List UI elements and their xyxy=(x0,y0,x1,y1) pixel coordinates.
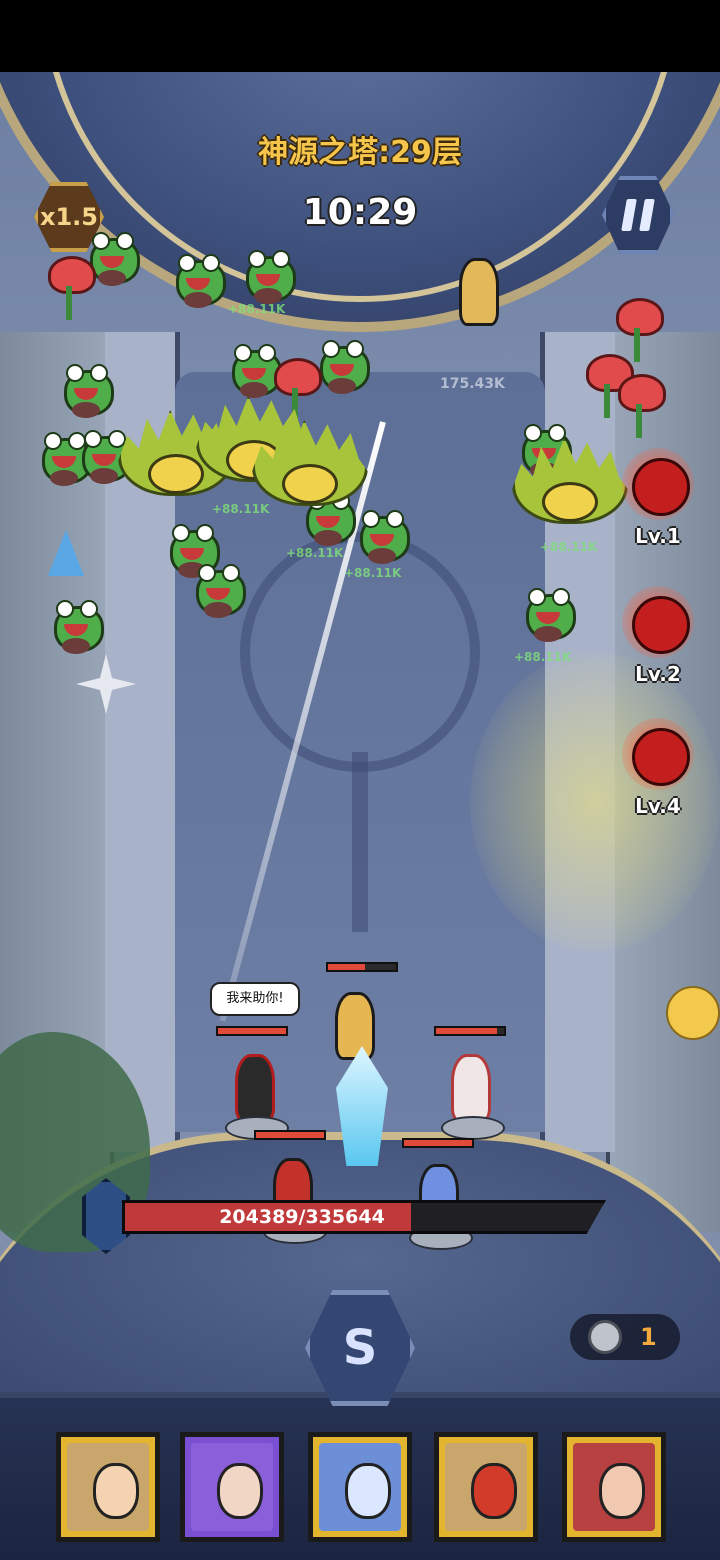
frog-enemy xyxy=(240,246,296,304)
emoji-face-icon xyxy=(666,986,720,1040)
priestess-hero[interactable] xyxy=(436,1046,506,1140)
hero-portrait xyxy=(573,1443,655,1531)
hero-portrait xyxy=(67,1443,149,1531)
hero-card-golden-goddess[interactable] xyxy=(56,1432,160,1542)
floor-title: 神源之塔:29层 xyxy=(258,135,462,170)
wave-indicator: Lv.1 xyxy=(622,448,694,558)
durian-enemy xyxy=(512,438,628,528)
damage-number: +88.11K xyxy=(228,302,286,316)
wave-level-label: Lv.2 xyxy=(635,662,681,686)
demon-wave-icon xyxy=(632,728,690,786)
swirl-skill-icon: S xyxy=(342,1320,378,1376)
wave-indicator: Lv.4 xyxy=(622,718,694,828)
wave-indicator: Lv.2 xyxy=(622,586,694,696)
hero-portrait xyxy=(191,1443,273,1531)
hero-hp-bar xyxy=(254,1130,326,1140)
hero-card-white-haired-priestess[interactable] xyxy=(180,1432,284,1542)
hero-face-icon xyxy=(345,1463,391,1519)
hero-card-masked-ninja[interactable] xyxy=(562,1432,666,1542)
damage-number: +88.11K xyxy=(344,566,402,580)
winged-goddess-figure xyxy=(444,250,514,340)
wave-level-label: Lv.4 xyxy=(635,794,681,818)
currency-counter: 1 xyxy=(570,1314,680,1360)
damage-number: +88.11K xyxy=(514,650,572,664)
demon-wave-icon xyxy=(632,458,690,516)
hero-face-icon xyxy=(471,1463,517,1519)
damage-number: +88.11K xyxy=(286,546,344,560)
silver-coin-icon xyxy=(588,1320,622,1354)
status-bar xyxy=(0,0,720,72)
currency-count: 1 xyxy=(640,1323,657,1351)
damage-number: 175.43K xyxy=(440,376,505,392)
hero-face-icon xyxy=(217,1463,263,1519)
hero-face-icon xyxy=(599,1463,645,1519)
durian-enemy xyxy=(252,420,368,510)
hero-portrait xyxy=(445,1443,527,1531)
hero-card-red-bomb-robot[interactable] xyxy=(434,1432,538,1542)
flower-enemy xyxy=(44,254,96,324)
frog-enemy xyxy=(314,336,370,394)
frog-enemy xyxy=(170,250,226,308)
speech-bubble: 我来助你! xyxy=(210,982,300,1016)
hero-hp-bar xyxy=(402,1138,474,1148)
hero-portrait xyxy=(319,1443,401,1531)
hero-hp-bar xyxy=(434,1026,506,1036)
base-hp-bar: 204389/335644 xyxy=(82,1178,606,1254)
wave-level-label: Lv.1 xyxy=(635,524,681,548)
frog-enemy xyxy=(48,596,104,654)
hero-card-ice-dragon[interactable] xyxy=(308,1432,412,1542)
frog-enemy xyxy=(190,560,246,618)
base-hp-text: 204389/335644 xyxy=(219,1206,385,1228)
demon-wave-icon xyxy=(632,596,690,654)
flower-enemy xyxy=(614,372,666,442)
damage-number: +88.11K xyxy=(540,540,598,554)
ninja-hero[interactable] xyxy=(220,1046,290,1140)
hero-hp-bar xyxy=(326,962,398,972)
frog-enemy xyxy=(354,506,410,564)
battle-timer: 10:29 xyxy=(302,192,418,233)
hero-face-icon xyxy=(93,1463,139,1519)
hero-hp-bar xyxy=(216,1026,288,1036)
pause-icon xyxy=(620,199,656,231)
damage-number: +88.11K xyxy=(212,502,270,516)
sigil-line xyxy=(352,752,368,932)
frog-enemy xyxy=(58,360,114,418)
speed-multiplier-label: x1.5 xyxy=(40,203,98,231)
frog-enemy xyxy=(520,584,576,642)
